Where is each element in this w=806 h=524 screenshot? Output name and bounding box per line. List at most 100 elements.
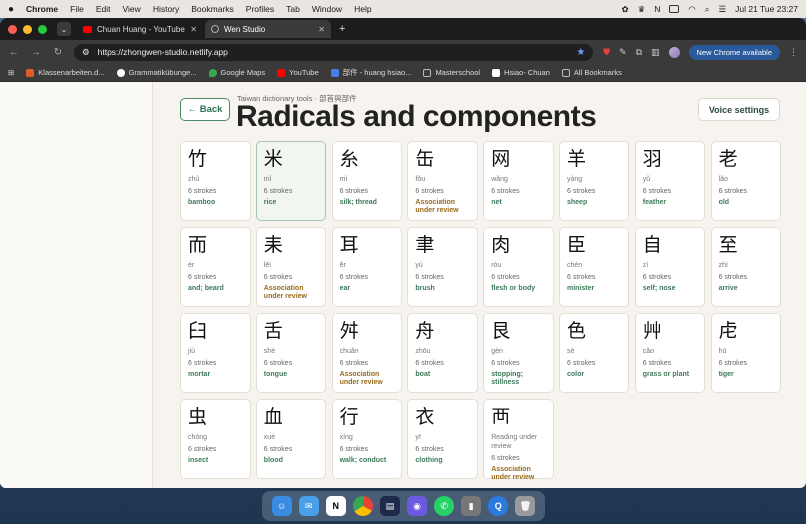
wifi-icon[interactable]: ◠ (688, 4, 695, 15)
menu-view[interactable]: View (123, 4, 141, 14)
discord-icon[interactable]: ◉ (407, 496, 428, 516)
address-bar[interactable]: ⚙ https://zhongwen-studio.netlify.app ★ (74, 43, 594, 61)
reload-icon[interactable]: ↻ (52, 47, 64, 58)
radical-card[interactable]: 米 mǐ 6 strokes rice (255, 141, 327, 221)
radical-card[interactable]: 色 sè 6 strokes color (558, 313, 630, 393)
radical-pinyin: yǔ (642, 176, 651, 183)
finder-icon[interactable]: ☺ (271, 496, 292, 516)
side-panel-icon[interactable]: ▥ (651, 47, 660, 58)
bookmark-item[interactable]: Grammatikübunge... (116, 68, 197, 77)
tab-youtube[interactable]: Chuan Huang - YouTube ✕ (77, 20, 203, 38)
bookmark-item[interactable]: Klassenarbeiten.d... (26, 68, 105, 77)
bookmark-item[interactable]: YouTube (277, 68, 319, 77)
bookmark-item[interactable]: Hsiao- Chuan (492, 68, 550, 77)
zoom-window-button[interactable] (38, 24, 47, 34)
bookmark-star-icon[interactable]: ★ (576, 47, 585, 58)
radical-card[interactable]: 舛 chuǎn 6 strokes Association under review (331, 313, 403, 393)
radical-character: 肉 (491, 234, 511, 256)
close-tab-icon[interactable]: ✕ (318, 25, 325, 34)
url-text[interactable]: https://zhongwen-studio.netlify.app (98, 47, 228, 57)
radical-strokes: 6 strokes (415, 274, 444, 281)
extension-pen-icon[interactable]: ✎ (619, 47, 627, 58)
menubar-clock[interactable]: Jul 21 Tue 23:27 (735, 4, 798, 14)
radical-card[interactable]: 自 zì 6 strokes self; nose (634, 227, 706, 307)
radical-card[interactable]: 虫 chóng 6 strokes insect (180, 399, 251, 479)
quicktime-icon[interactable]: Q (488, 496, 509, 516)
radical-card[interactable]: 至 zhì 6 strokes arrive (710, 227, 782, 307)
radical-card[interactable]: 艸 cǎo 6 strokes grass or plant (634, 313, 706, 393)
radical-strokes: 6 strokes (263, 360, 293, 367)
terminal-icon[interactable]: ▤ (379, 496, 400, 516)
menu-edit[interactable]: Edit (96, 4, 111, 14)
menu-file[interactable]: File (70, 4, 84, 14)
menu-tab[interactable]: Tab (286, 4, 300, 14)
back-button[interactable]: ← Back (180, 98, 230, 121)
tab-wen-studio[interactable]: Wen Studio ✕ (205, 20, 331, 38)
radical-card[interactable]: 臣 chén 6 strokes minister (558, 227, 630, 307)
radical-card[interactable]: 而 ér 6 strokes and; beard (180, 227, 251, 307)
search-icon[interactable]: ⌕ (705, 4, 710, 15)
apple-icon[interactable]: ● (8, 4, 14, 15)
battery-icon[interactable] (669, 5, 680, 13)
forward-arrow-icon[interactable]: → (30, 47, 42, 58)
radical-card[interactable]: 襾 Reading under review 6 strokes Associatio… (483, 399, 554, 481)
profile-avatar[interactable] (668, 46, 680, 58)
mail-icon[interactable]: ✉ (298, 496, 319, 516)
radical-card[interactable]: 舟 zhōu 6 strokes boat (407, 313, 478, 393)
radical-card[interactable]: 臼 jiù 6 strokes mortar (180, 313, 251, 393)
radical-card[interactable]: 艮 gèn 6 strokes stopping; stillness (483, 313, 554, 393)
whatsapp-icon[interactable]: ✆ (434, 496, 455, 516)
back-arrow-icon[interactable]: ← (8, 47, 20, 58)
close-window-button[interactable] (8, 24, 17, 34)
menu-history[interactable]: History (153, 4, 179, 14)
radical-card[interactable]: 耒 lěi 6 strokes Association under review (255, 227, 327, 307)
radical-card[interactable]: 衣 yī 6 strokes clothing (407, 399, 478, 479)
radical-card[interactable]: 耳 ěr 6 strokes ear (331, 227, 403, 307)
browser-window: ⌄ Chuan Huang - YouTube ✕ Wen Studio ✕ +… (0, 18, 806, 488)
radical-character: 舟 (415, 320, 435, 342)
bookmark-item[interactable]: Google Maps (208, 68, 265, 77)
radical-card[interactable]: 缶 fǒu 6 strokes Association under review (407, 141, 478, 221)
menu-window[interactable]: Window (312, 4, 342, 14)
new-chrome-available-button[interactable]: New Chrome available (688, 44, 780, 60)
radical-card[interactable]: 网 wǎng 6 strokes net (483, 141, 554, 221)
voice-settings-button[interactable]: Voice settings (698, 98, 780, 121)
radical-card[interactable]: 舌 shé 6 strokes tongue (255, 313, 327, 393)
tab-search-button[interactable]: ⌄ (57, 22, 71, 36)
control-center-icon[interactable]: ☰ (719, 4, 727, 15)
kebab-menu-icon[interactable]: ⋮ (789, 47, 798, 58)
notion-icon[interactable]: N (654, 4, 660, 14)
shield-icon[interactable]: ⛊ (603, 47, 610, 58)
extension-icon[interactable]: ♛ (638, 4, 646, 15)
minimize-window-button[interactable] (23, 24, 32, 34)
radical-card[interactable]: 肉 ròu 6 strokes flesh or body (483, 227, 554, 307)
trash-icon[interactable]: 🗑 (515, 496, 536, 516)
puzzle-icon[interactable]: ⧉ (636, 47, 642, 58)
menu-help[interactable]: Help (354, 4, 371, 14)
openai-icon[interactable]: ✿ (621, 4, 628, 15)
radical-card[interactable]: 聿 yù 6 strokes brush (407, 227, 478, 307)
apps-grid-icon[interactable]: ⊞ (8, 68, 14, 77)
bookmark-item[interactable]: 部件 - huang hsiao... (330, 67, 411, 78)
menu-profiles[interactable]: Profiles (246, 4, 274, 14)
menu-app-name[interactable]: Chrome (26, 4, 58, 14)
radical-card[interactable]: 竹 zhú 6 strokes bamboo (180, 141, 251, 221)
chrome-icon[interactable] (352, 496, 373, 516)
radical-card[interactable]: 老 lǎo 6 strokes old (710, 141, 782, 221)
radical-card[interactable]: 羽 yǔ 6 strokes feather (634, 141, 706, 221)
radical-card[interactable]: 行 xíng 6 strokes walk; conduct (331, 399, 403, 479)
radical-card[interactable]: 羊 yáng 6 strokes sheep (558, 141, 630, 221)
radical-card[interactable]: 虍 hū 6 strokes tiger (710, 313, 782, 393)
notion-icon[interactable]: N (325, 496, 346, 516)
radical-card[interactable]: 糸 mì 6 strokes silk; thread (331, 141, 403, 221)
menu-bookmarks[interactable]: Bookmarks (191, 4, 234, 14)
close-tab-icon[interactable]: ✕ (190, 25, 197, 34)
bookmark-folder[interactable]: Masterschool (423, 68, 480, 77)
radical-pinyin: jiù (188, 348, 196, 355)
site-info-icon[interactable]: ⚙ (82, 47, 90, 58)
new-tab-button[interactable]: + (339, 23, 345, 35)
downloads-icon[interactable]: ▮ (461, 496, 482, 516)
radical-card[interactable]: 血 xuè 6 strokes blood (255, 399, 327, 479)
all-bookmarks[interactable]: All Bookmarks (561, 68, 622, 77)
drive-icon (330, 68, 339, 77)
